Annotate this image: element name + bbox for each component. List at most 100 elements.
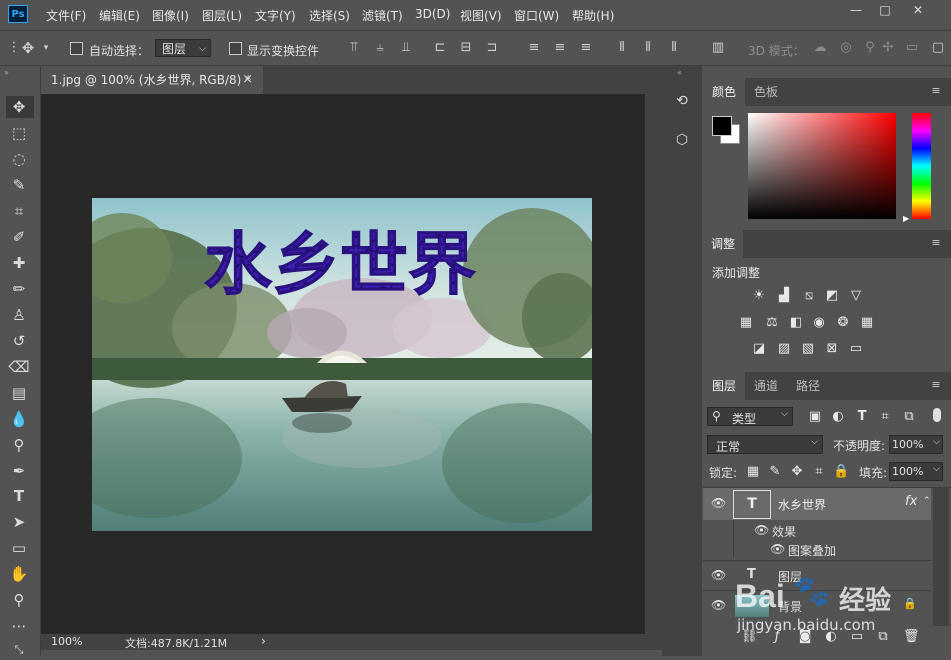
hue-slider-handle[interactable]: ▶ [903,214,909,223]
menu-select[interactable]: 选择(S) [309,7,350,24]
gradient-map-icon[interactable]: ▭ [848,341,864,357]
add-mask-icon[interactable]: ◙ [797,629,813,645]
align-left-icon[interactable]: ⊏ [432,40,448,56]
roll-3d-icon[interactable]: ◎ [838,40,854,56]
menu-filter[interactable]: 滤镜(T) [362,7,403,24]
hand-tool-icon[interactable]: ✋ [8,564,30,584]
collapse-effects-icon[interactable]: ⌃ [923,496,931,506]
color-spectrum-field[interactable] [748,113,896,219]
close-button[interactable]: ✕ [905,2,931,18]
status-menu-arrow[interactable]: › [261,634,266,648]
menu-help[interactable]: 帮助(H) [572,7,614,24]
align-bottom-icon[interactable]: ⫫ [398,40,414,56]
brightness-icon[interactable]: ☀ [751,288,767,304]
hue-saturation-icon[interactable]: ▦ [738,315,754,331]
panel-menu-icon[interactable]: ≡ [929,379,943,390]
fx-badge[interactable]: fx [905,494,917,509]
menu-layer[interactable]: 图层(L) [202,7,242,24]
zoom-tool-icon[interactable]: ⚲ [8,590,30,610]
scale-3d-icon[interactable]: ▭ [904,40,920,56]
layer-filter-dropdown[interactable]: ⚲ 类型 ⌵ [707,407,793,426]
new-adjustment-icon[interactable]: ◐ [823,629,839,645]
move-tool-icon[interactable]: ✥ [8,97,30,117]
layer-row-text[interactable]: 👁 T 图层 [703,560,931,591]
distribute-vcenter-icon[interactable]: ≡ [552,40,568,56]
add-style-icon[interactable]: ƒ [769,629,785,645]
pan-3d-icon[interactable]: ⚲ [862,40,878,56]
lock-artboard-icon[interactable]: ⌗ [811,464,827,480]
link-layers-icon[interactable]: ⛓ [741,629,758,645]
align-vcenter-icon[interactable]: ⫨ [372,40,388,56]
distribute-bottom-icon[interactable]: ≡ [578,40,594,56]
blend-mode-dropdown[interactable]: 正常 ⌵ [707,435,823,454]
marquee-tool-icon[interactable]: ⬚ [8,123,30,143]
effect-eye-icon[interactable]: 👁 [770,542,785,556]
delete-layer-icon[interactable]: 🗑 [903,629,920,645]
filter-type-icon[interactable]: T [854,409,870,425]
collapse-arrows-icon[interactable]: » [4,68,9,77]
menu-type[interactable]: 文字(Y) [255,7,296,24]
invert-icon[interactable]: ◪ [751,341,767,357]
history-brush-tool-icon[interactable]: ↺ [8,331,30,351]
quick-select-tool-icon[interactable]: ✎ [8,175,30,195]
more-tools-icon[interactable]: ⋯ [8,616,30,636]
menu-view[interactable]: 视图(V) [460,7,502,24]
auto-select-checkbox[interactable] [70,42,83,55]
3d-panel-icon[interactable]: ⬡ [671,129,693,151]
menu-edit[interactable]: 编辑(E) [99,7,140,24]
filter-smart-object-icon[interactable]: ⧉ [901,409,917,425]
collapse-arrows-icon[interactable]: « [677,68,682,77]
document-tab[interactable]: 1.jpg @ 100% (水乡世界, RGB/8) * × [41,66,263,94]
layer-row-text-selected[interactable]: 👁 T 水乡世界 fx ⌃ [703,488,931,520]
align-hcenter-icon[interactable]: ⊟ [458,40,474,56]
distribute-top-icon[interactable]: ≡ [526,40,542,56]
eraser-tool-icon[interactable]: ⌫ [8,357,30,377]
orbit-3d-icon[interactable]: ☁ [812,40,828,56]
lasso-tool-icon[interactable]: ◌ [8,149,30,169]
workspace-icon[interactable]: ▢ [930,40,946,56]
posterize-icon[interactable]: ▨ [776,341,792,357]
opacity-field[interactable]: 100% ⌵ [889,435,943,454]
panel-menu-icon[interactable]: ≡ [929,85,943,96]
visibility-eye-icon[interactable]: 👁 [711,598,726,612]
visibility-eye-icon[interactable]: 👁 [711,496,726,510]
photo-filter-icon[interactable]: ◉ [811,315,827,331]
filter-toggle-icon[interactable] [933,408,941,422]
type-tool-icon[interactable]: T [8,486,30,506]
new-group-icon[interactable]: ▭ [849,629,865,645]
move-tool-icon[interactable]: ✥ [20,40,36,56]
panel-menu-icon[interactable]: ≡ [929,237,943,248]
pen-tool-icon[interactable]: ✒ [8,461,30,481]
filter-pixel-icon[interactable]: ▣ [807,409,823,425]
maximize-button[interactable]: □ [872,2,898,18]
color-lookup-icon[interactable]: ▦ [859,315,875,331]
lock-transparent-icon[interactable]: ▦ [745,464,761,480]
layers-scrollbar[interactable] [933,488,949,638]
crop-tool-icon[interactable]: ⌗ [8,201,30,221]
blur-tool-icon[interactable]: 💧 [8,409,30,429]
tab-channels[interactable]: 通道 [745,372,787,400]
menu-file[interactable]: 文件(F) [46,7,86,24]
gradient-tool-icon[interactable]: ▤ [8,383,30,403]
foreground-color-swatch[interactable] [712,116,732,136]
align-top-icon[interactable]: ⫪ [346,40,362,56]
rectangle-tool-icon[interactable]: ▭ [8,538,30,558]
tab-adjustments[interactable]: 调整 [703,230,743,258]
brush-tool-icon[interactable]: ✏ [8,279,30,299]
menu-image[interactable]: 图像(I) [152,7,189,24]
tab-color[interactable]: 颜色 [703,78,745,106]
path-select-tool-icon[interactable]: ➤ [8,512,30,532]
minimize-button[interactable]: — [843,2,869,18]
exposure-icon[interactable]: ◩ [824,288,840,304]
eyedropper-tool-icon[interactable]: ✐ [8,227,30,247]
tab-layers[interactable]: 图层 [703,372,745,400]
stamp-tool-icon[interactable]: ♙ [8,305,30,325]
lock-position-icon[interactable]: ✥ [789,464,805,480]
filter-shape-icon[interactable]: ⌗ [877,409,893,425]
distribute-right-icon[interactable]: ⦀ [666,40,682,56]
hue-slider[interactable] [912,113,931,219]
menu-3d[interactable]: 3D(D) [415,7,450,21]
levels-icon[interactable]: ▟ [776,288,792,304]
fill-field[interactable]: 100% ⌵ [889,462,943,481]
new-layer-icon[interactable]: ⧉ [875,629,891,645]
